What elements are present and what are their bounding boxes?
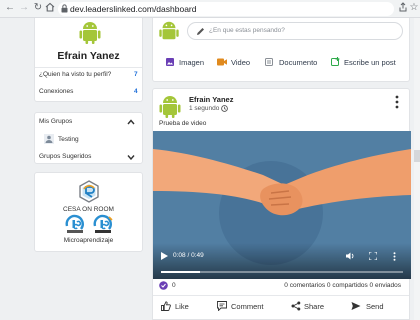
image-action-label[interactable]: Imagen [179, 58, 204, 67]
suggested-groups-title[interactable]: Grupos Sugeridos [39, 153, 91, 160]
video-player[interactable]: 0:08 / 0:49 [153, 131, 411, 279]
video-time: 0:08 / 0:49 [173, 252, 204, 259]
forward-icon[interactable]: → [18, 2, 30, 14]
pencil-icon [197, 28, 204, 35]
video-progress-bar[interactable] [161, 271, 403, 273]
profile-card: Efrain Yanez ¿Quien ha visto tu perfil? … [34, 18, 143, 102]
volume-icon[interactable] [346, 252, 355, 260]
avatar[interactable] [158, 92, 182, 118]
avatar[interactable] [79, 18, 101, 44]
send-icon[interactable] [351, 301, 361, 311]
profile-views-count: 7 [134, 71, 138, 78]
my-groups-title[interactable]: Mis Grupos [39, 118, 72, 125]
cesa-caption: Microaprendizaje [63, 237, 114, 244]
app-badge-icon[interactable] [64, 214, 86, 234]
chevron-down-icon[interactable] [127, 154, 135, 160]
write-post-action-label[interactable]: Escribe un post [344, 58, 396, 67]
divider [153, 295, 409, 296]
reactions-count[interactable]: 0 [172, 282, 176, 289]
comment-button[interactable]: Comment [231, 302, 264, 311]
url-text: dev.leaderslinked.com/dashboard [70, 4, 197, 14]
profile-views-label[interactable]: ¿Quien ha visto tu perfil? [39, 71, 111, 78]
scrollbar-thumb[interactable] [414, 150, 420, 162]
group-icon [44, 134, 54, 144]
chevron-up-icon[interactable] [127, 119, 135, 125]
app-badge-icon[interactable] [92, 214, 114, 234]
video-icon[interactable] [217, 58, 227, 66]
share-button[interactable]: Share [304, 302, 324, 311]
profile-name[interactable]: Efrain Yanez [35, 50, 142, 62]
feed-post: Efrain Yanez 1 segundo Prueba de video 0… [152, 88, 411, 320]
reaction-icon [159, 281, 168, 290]
address-bar[interactable]: dev.leaderslinked.com/dashboard [58, 2, 394, 16]
document-icon[interactable] [265, 58, 273, 66]
video-menu-icon[interactable] [393, 252, 396, 261]
bookmark-star-icon[interactable]: ☆ [408, 2, 420, 14]
like-icon[interactable] [161, 301, 171, 311]
status-placeholder: ¿En que estas pensando? [209, 27, 285, 34]
play-icon[interactable] [161, 252, 168, 260]
like-button[interactable]: Like [175, 302, 189, 311]
lock-icon [61, 4, 68, 13]
back-icon[interactable]: ← [4, 2, 16, 14]
post-time: 1 segundo [189, 105, 220, 112]
divider [35, 67, 142, 68]
status-input[interactable]: ¿En que estas pensando? [187, 22, 403, 40]
connections-label[interactable]: Conexiones [39, 88, 73, 95]
cesa-promo-card: CESA ON ROOM Microaprendizaje [34, 172, 143, 252]
group-item-testing[interactable]: Testing [58, 136, 79, 143]
image-icon[interactable] [166, 58, 174, 66]
post-composer: ¿En que estas pensando? Imagen Video Doc… [152, 18, 410, 82]
post-stats: 0 comentarios 0 compartidos 0 enviados [284, 282, 401, 289]
cesa-logo-icon[interactable] [78, 180, 100, 204]
cesa-title: CESA ON ROOM [63, 206, 114, 213]
scrollbar[interactable] [414, 18, 420, 320]
fullscreen-icon[interactable] [369, 252, 377, 260]
connections-count: 4 [134, 88, 138, 95]
comment-icon[interactable] [217, 301, 227, 311]
send-button[interactable]: Send [366, 302, 384, 311]
clock-icon [221, 105, 228, 112]
post-text: Prueba de video [159, 120, 207, 127]
video-controls: 0:08 / 0:49 [153, 243, 411, 279]
post-author[interactable]: Efrain Yanez [189, 95, 233, 104]
more-options-icon[interactable] [395, 95, 399, 109]
share-icon[interactable] [291, 301, 301, 311]
write-post-icon[interactable] [331, 57, 340, 66]
browser-toolbar: ← → ↻ dev.leaderslinked.com/dashboard ☆ [0, 0, 420, 18]
video-action-label[interactable]: Video [231, 58, 250, 67]
document-action-label[interactable]: Documento [279, 58, 317, 67]
groups-card: Mis Grupos Testing Grupos Sugeridos [34, 112, 143, 164]
reload-icon[interactable]: ↻ [32, 2, 44, 14]
home-icon[interactable] [44, 2, 56, 14]
video-progress-fill [161, 271, 200, 273]
avatar [159, 21, 179, 40]
